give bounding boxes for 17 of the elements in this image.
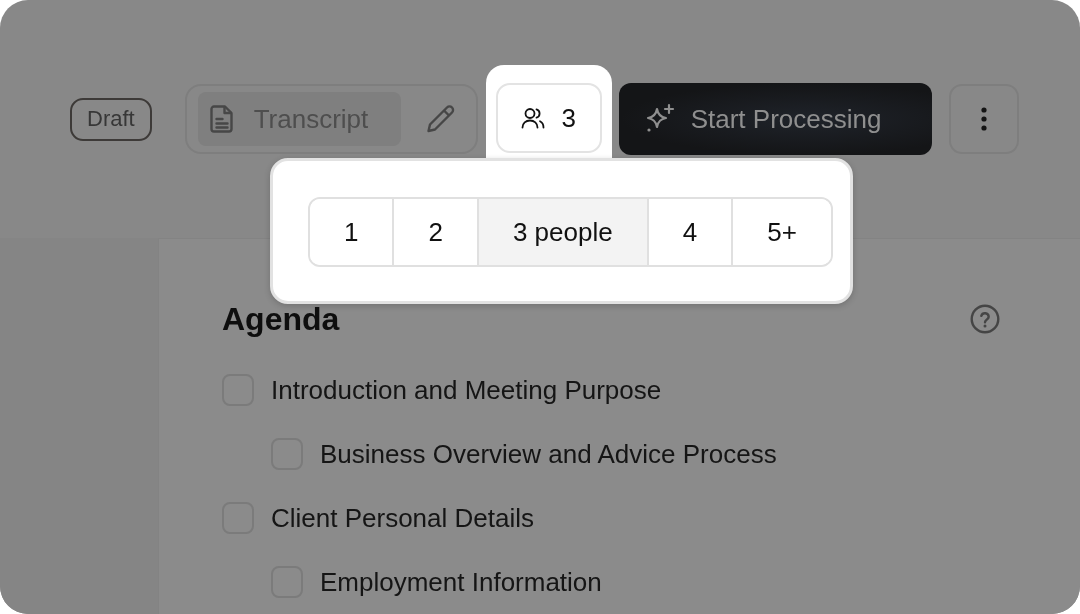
people-icon bbox=[521, 107, 546, 129]
participant-count-option[interactable]: 3 people bbox=[476, 199, 647, 265]
agenda-item-label: Employment Information bbox=[320, 566, 602, 598]
start-processing-button[interactable]: Start Processing bbox=[618, 83, 932, 155]
agenda-item-label: Business Overview and Advice Process bbox=[320, 438, 777, 470]
help-icon[interactable] bbox=[970, 304, 1000, 334]
vertical-dots-icon bbox=[980, 107, 987, 131]
more-options-button[interactable] bbox=[948, 84, 1019, 154]
pencil-icon bbox=[425, 104, 456, 134]
agenda-item-label: Client Personal Details bbox=[271, 502, 534, 534]
participant-count-option[interactable]: 5+ bbox=[731, 199, 831, 265]
document-icon bbox=[209, 105, 234, 133]
agenda-item-label: Introduction and Meeting Purpose bbox=[271, 374, 662, 406]
status-badge: Draft bbox=[70, 97, 152, 141]
agenda-title: Agenda bbox=[222, 300, 340, 339]
participants-button[interactable]: 3 bbox=[495, 83, 602, 153]
edit-button[interactable] bbox=[425, 104, 456, 134]
